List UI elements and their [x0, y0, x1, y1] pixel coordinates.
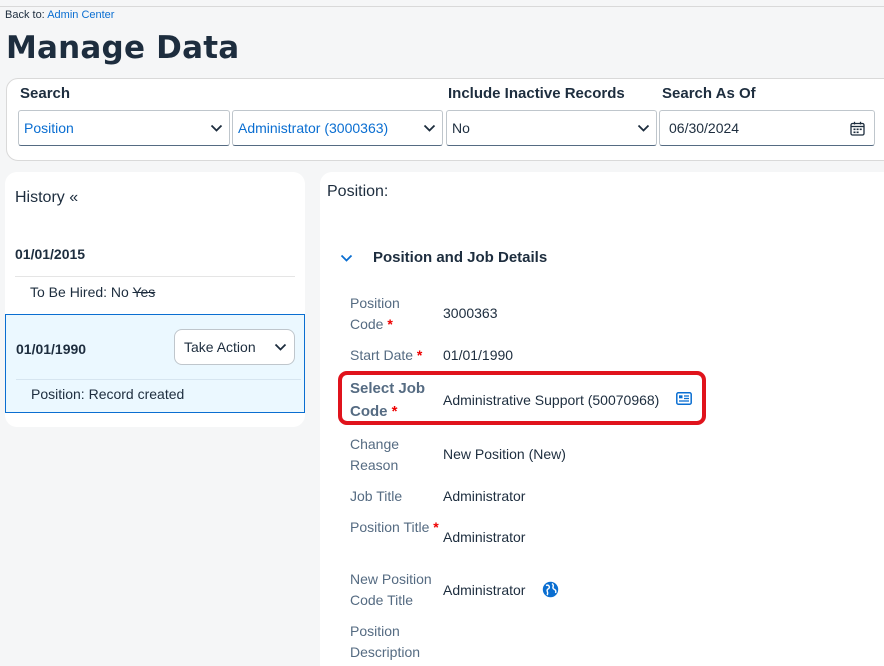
history-entry-date: 01/01/1990 [16, 341, 87, 357]
chevron-down-icon [416, 124, 442, 133]
required-marker: * [387, 316, 393, 332]
chevron-down-icon [203, 124, 229, 133]
label-text: Position Title [350, 519, 430, 535]
required-marker: * [391, 403, 398, 420]
change-reason-value: New Position (New) [443, 446, 566, 462]
select-job-code-label: Select Job Code * [350, 377, 450, 423]
new-position-code-title-label: New Position Code Title [350, 571, 432, 608]
position-code-value: 3000363 [443, 305, 498, 321]
section-title[interactable]: Position and Job Details [373, 249, 547, 266]
chevron-down-icon[interactable] [340, 250, 353, 268]
divider [16, 379, 301, 380]
new-position-code-title-value: Administrator [443, 582, 526, 598]
change-reason-label: Change Reason [350, 436, 400, 473]
chevron-down-icon [266, 343, 294, 352]
select-job-code-value: Administrative Support (50070968) [443, 392, 660, 408]
take-action-label: Take Action [184, 339, 256, 355]
object-type-value: Position [24, 120, 74, 136]
position-title-label: Position Title * [350, 517, 440, 538]
required-marker: * [416, 347, 423, 363]
business-card-icon[interactable] [676, 392, 692, 405]
change-old-value: Yes [132, 284, 156, 300]
history-entry-change: Position: Record created [31, 386, 185, 402]
history-title[interactable]: History « [15, 189, 78, 207]
search-bar: Search Position Administrator (3000363) … [6, 78, 884, 161]
page-title: Manage Data [6, 30, 240, 66]
search-as-of-date-input[interactable]: 06/30/2024 [659, 110, 875, 146]
calendar-icon[interactable] [840, 121, 874, 136]
history-entry-selected[interactable]: 01/01/1990 Take Action Position: Record … [5, 314, 305, 413]
history-entry-change: To Be Hired: No Yes [30, 284, 155, 300]
history-entry-date[interactable]: 01/01/2015 [15, 246, 85, 262]
change-label: To Be Hired: No [30, 284, 133, 300]
label-text: Start Date [350, 347, 414, 363]
position-code-label: Position Code * [350, 293, 420, 335]
object-type-select[interactable]: Position [18, 110, 230, 146]
record-select[interactable]: Administrator (3000363) [232, 110, 443, 146]
top-divider [0, 6, 884, 7]
include-inactive-label: Include Inactive Records [448, 85, 625, 102]
take-action-button[interactable]: Take Action [174, 329, 295, 365]
include-inactive-select[interactable]: No [446, 110, 657, 146]
label-text: Select Job Code [350, 380, 426, 420]
chevron-down-icon [630, 124, 656, 133]
position-description-label: Position Description [350, 623, 421, 660]
divider [15, 276, 295, 277]
record-value: Administrator (3000363) [238, 120, 389, 136]
back-prefix: Back to: [5, 9, 45, 21]
search-as-of-label: Search As Of [662, 85, 756, 102]
search-label: Search [20, 85, 71, 102]
job-title-value: Administrator [443, 488, 526, 504]
admin-center-link[interactable]: Admin Center [47, 9, 114, 21]
job-title-label: Job Title [350, 488, 403, 504]
history-panel: History « 01/01/2015 To Be Hired: No Yes… [5, 172, 305, 427]
position-heading: Position: [327, 183, 389, 200]
required-marker: * [433, 519, 439, 535]
breadcrumb: Back to: Admin Center [5, 9, 114, 21]
search-as-of-value: 06/30/2024 [669, 120, 740, 136]
start-date-value: 01/01/1990 [443, 347, 514, 363]
include-inactive-value: No [452, 120, 470, 136]
globe-icon[interactable] [542, 581, 559, 598]
start-date-label: Start Date * [350, 345, 450, 366]
detail-panel: Position: Position and Job Details Posit… [320, 172, 884, 666]
position-title-value: Administrator [443, 529, 526, 545]
